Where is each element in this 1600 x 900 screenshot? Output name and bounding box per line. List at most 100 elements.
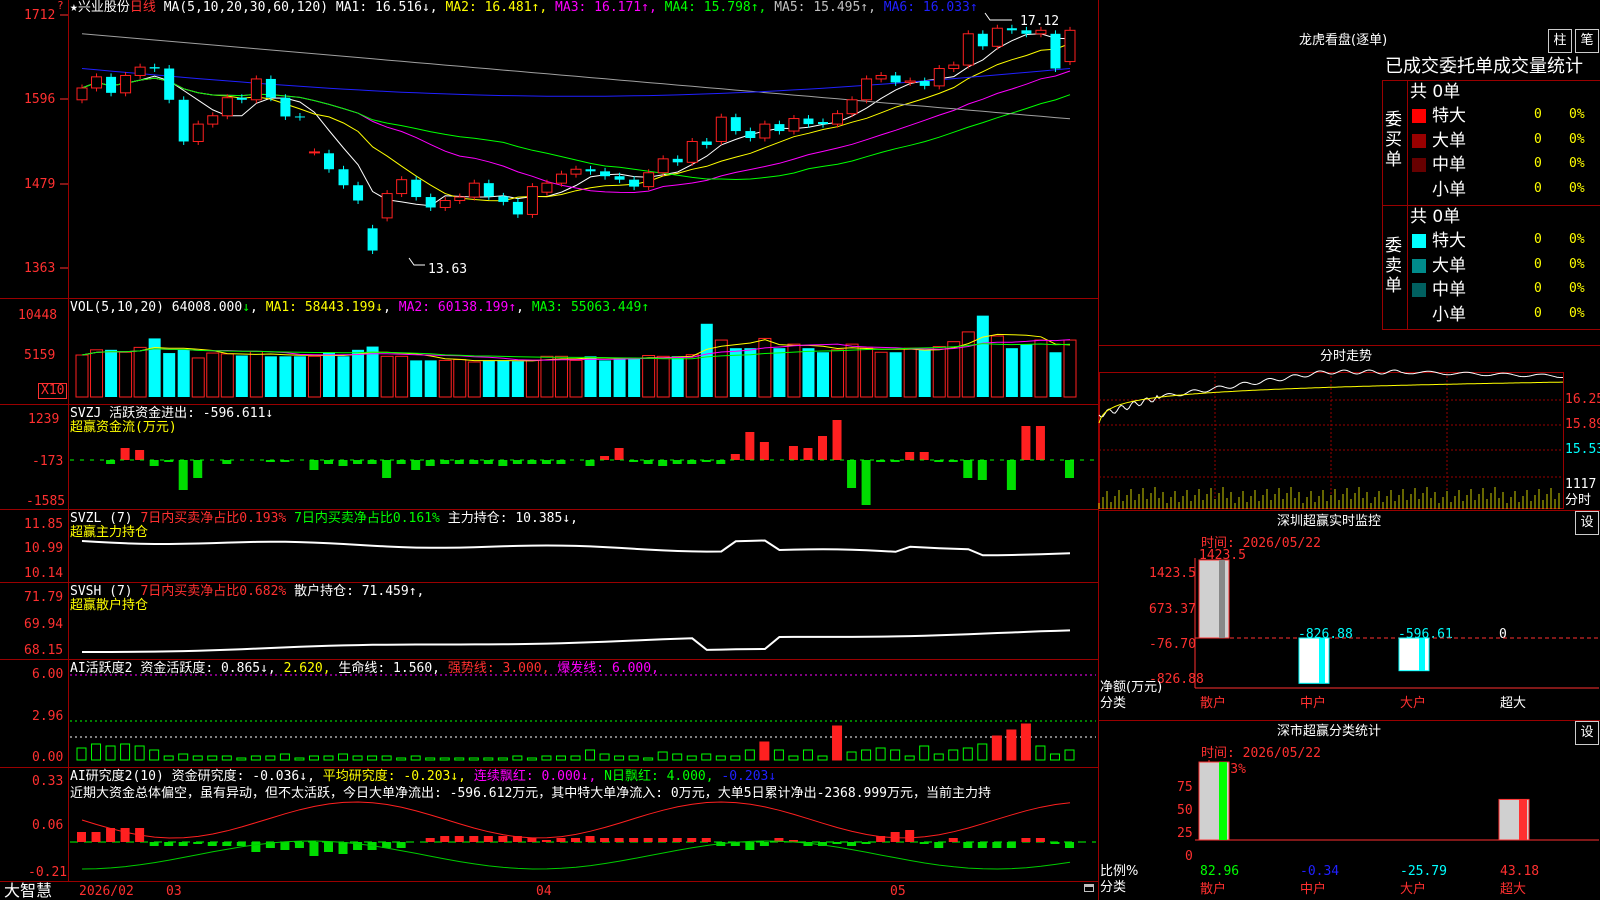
research-bar-down: [251, 842, 261, 852]
activity-bar: [817, 755, 828, 761]
ai-active-title: AI活跃度2: [70, 661, 133, 676]
sell-row-count-2: 0: [1534, 256, 1542, 272]
volume-bar-up: [206, 352, 220, 398]
research-bar-up: [585, 836, 595, 842]
fund-flow-bar-down: [178, 460, 188, 490]
dragon-panel: 龙虎看盘(逐单) 柱 笔 已成交委托单成交量统计 委买单 委卖单 共 0单 共 …: [1099, 0, 1600, 345]
buy-row-pct-4: 0%: [1569, 180, 1585, 196]
volume-bar-up: [453, 359, 467, 398]
fund-flow-bar-down: [716, 460, 726, 464]
date-tick-3: 04: [536, 884, 552, 899]
fund-flow-bar-up: [745, 432, 755, 460]
classify-bar-shade-4: [1519, 799, 1527, 840]
fund-flow-bar-up: [803, 448, 813, 460]
fund-flow-bar-down: [149, 460, 159, 466]
volume-bar-up: [249, 350, 263, 398]
svzl-title: SVZL (7): [70, 511, 133, 526]
ai-research-t4: N日飘红: 4.000,: [604, 769, 714, 784]
research-bar-up: [890, 832, 900, 842]
svzj-axis-1: 1239: [28, 412, 60, 427]
fund-flow-bar-down: [556, 460, 566, 464]
activity-bar: [134, 745, 145, 761]
classify-panel: 深市超赢分类统计 设 时间: 2026/05/22 +0.33% 75 50 2…: [1099, 720, 1600, 900]
ai-research-title: AI研究度2(10): [70, 769, 164, 784]
activity-bar: [672, 753, 683, 761]
research-bar-up: [701, 838, 711, 842]
sell-row-swatch-1: [1412, 234, 1426, 248]
buy-row-pct-1: 0%: [1569, 107, 1585, 122]
volume-bar-up: [714, 339, 728, 398]
activity-bar: [439, 757, 450, 761]
fund-flow-bar-down: [222, 460, 232, 464]
lock-icon[interactable]: [1084, 884, 1094, 892]
monitor-panel: 深圳超赢实时监控 设 时间: 2026/05/22 1423.5 1423.5 …: [1099, 510, 1600, 720]
research-bar-up: [425, 838, 435, 842]
research-bar-down: [963, 842, 973, 848]
activity-bar: [657, 751, 668, 761]
activity-bar: [555, 755, 566, 761]
research-bar-up: [556, 838, 566, 842]
main-holding-line: [81, 539, 1071, 557]
buy-row-name-1: 特大: [1432, 106, 1466, 126]
activity-bar: [788, 755, 799, 761]
fund-flow-bar-down: [527, 460, 537, 464]
volume-bar-up: [845, 343, 859, 398]
fund-flow-bar-up: [818, 436, 827, 460]
activity-bar: [875, 747, 886, 761]
monitor-chart: [1194, 558, 1599, 689]
volume-bar-down: [482, 360, 495, 397]
fund-flow-bar-up: [788, 446, 798, 460]
fund-flow-bar-up: [135, 450, 145, 460]
ai-research-comment: 近期大资金总体偏空，虽有异动，但不太活跃，今日大单净流出: -596.612万元…: [70, 786, 1096, 802]
activity-bar: [846, 751, 857, 761]
research-bar-up: [658, 838, 668, 842]
volume-bar-down: [511, 361, 524, 397]
svzl-subtitle: 超赢主力持仓: [70, 525, 149, 540]
volume-bar-up: [947, 341, 961, 398]
ai-active-t1: 资金活跃度: 0.865↓,: [140, 661, 276, 676]
activity-bar: [1049, 753, 1060, 761]
research-bar-up: [483, 836, 493, 842]
dragon-column-button[interactable]: 柱: [1548, 29, 1572, 53]
ai-research-t2: 平均研究度: -0.203↓,: [322, 769, 467, 784]
research-bar-up: [106, 828, 116, 842]
fund-flow-bar-down: [658, 460, 668, 466]
fund-flow-bar-down: [687, 460, 697, 464]
fund-flow-bar-up: [759, 442, 769, 460]
research-bar-down: [919, 842, 929, 844]
fund-flow-bar-down: [1065, 460, 1074, 478]
buy-total: 共 0单: [1410, 82, 1461, 102]
fund-flow-bar-down: [643, 460, 653, 464]
retail-holding-line: [82, 629, 1071, 653]
ai-active-axis-1: 6.00: [32, 667, 64, 682]
fund-flow-bar-down: [411, 460, 421, 470]
buy-row-pct-2: 0%: [1569, 131, 1585, 147]
sell-row-pct-3: 0%: [1569, 281, 1585, 296]
fund-flow-bar-down: [512, 460, 522, 464]
fund-flow-bar-down: [541, 460, 551, 464]
fund-flow-bar-down: [338, 460, 348, 466]
activity-bar: [265, 755, 276, 761]
activity-bar: [933, 753, 944, 761]
ai-active-t5: 爆发线: 6.000,: [557, 661, 659, 676]
activity-bar: [759, 741, 770, 761]
activity-bar: [773, 749, 784, 761]
activity-bar: [904, 755, 915, 761]
activity-bar: [367, 755, 378, 761]
activity-bar: [802, 749, 813, 761]
dragon-stroke-button[interactable]: 笔: [1575, 29, 1599, 53]
research-bar-up: [120, 828, 130, 842]
research-bar-down: [396, 842, 406, 848]
fund-flow-bar-up: [730, 454, 740, 460]
research-bar-up: [1021, 838, 1031, 842]
chart-panel[interactable]: ★兴业股份日线 MA(5,10,20,30,60,120) MA1: 16.51…: [0, 0, 1100, 900]
research-bar-down: [759, 842, 769, 846]
buy-row-name-2: 大单: [1432, 130, 1466, 151]
volume-chart[interactable]: [0, 0, 1100, 900]
fund-flow-bar-down: [425, 460, 435, 466]
activity-bar: [570, 755, 581, 761]
intraday-chart[interactable]: [1098, 345, 1600, 510]
intraday-panel[interactable]: 分时走势 16.25 15.89 15.53 1117 分时: [1098, 345, 1600, 510]
volume-bar-down: [1049, 352, 1062, 397]
ai-research-axis-3: -0.21: [28, 865, 68, 880]
